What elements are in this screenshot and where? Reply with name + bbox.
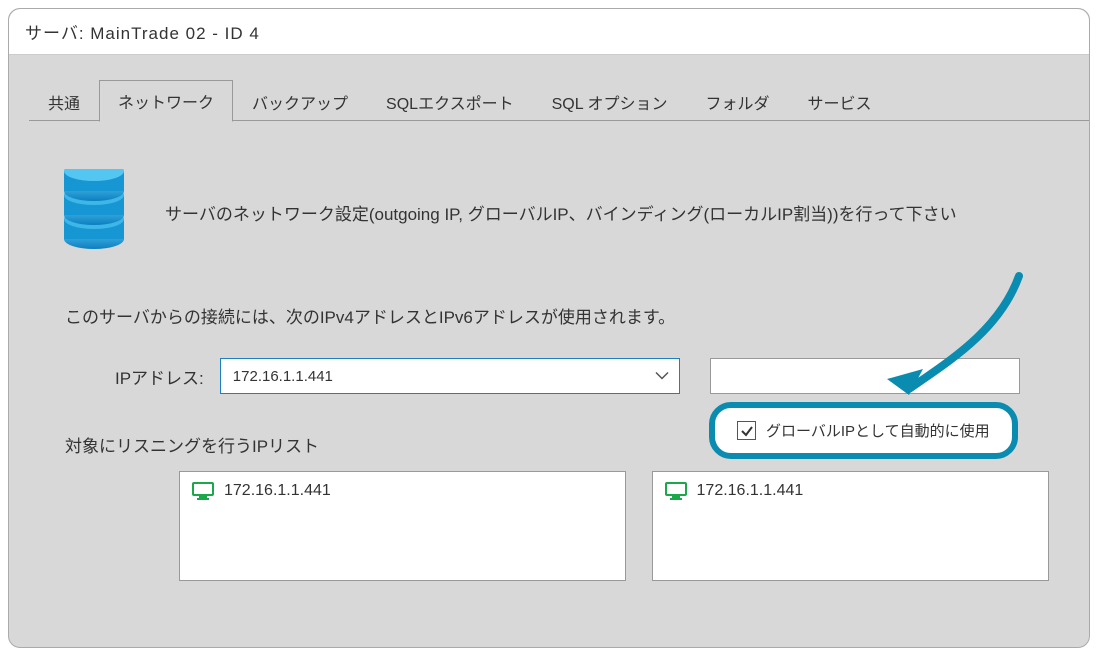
ip-list-left[interactable]: 172.16.1.1.441 (179, 471, 626, 581)
ip-address-label: IPアドレス: (115, 364, 204, 389)
server-stack-icon (59, 169, 129, 255)
auto-global-ip-label: グローバルIPとして自動的に使用 (766, 420, 990, 441)
tab-sql-export[interactable]: SQLエクスポート (367, 81, 533, 122)
tab-strip: 共通 ネットワーク バックアップ SQLエクスポート SQL オプション フォル… (9, 79, 1089, 121)
tab-service[interactable]: サービス (788, 81, 890, 122)
ip-list-right[interactable]: 172.16.1.1.441 (652, 471, 1049, 581)
ip-address-value: 172.16.1.1.441 (233, 368, 333, 385)
auto-global-ip-highlight: グローバルIPとして自動的に使用 (709, 402, 1018, 459)
tab-folder[interactable]: フォルダ (686, 81, 788, 122)
list-item[interactable]: 172.16.1.1.441 (665, 480, 1036, 502)
desc-text: このサーバからの接続には、次のIPv4アドレスとIPv6アドレスが使用されます。 (65, 303, 1049, 328)
window-title: サーバ: MainTrade 02 - ID 4 (25, 24, 260, 43)
ip-lists-row: 172.16.1.1.441 172.16.1.1.441 (179, 471, 1049, 581)
window-body: 共通 ネットワーク バックアップ SQLエクスポート SQL オプション フォル… (9, 55, 1089, 601)
chevron-down-icon (655, 368, 669, 385)
monitor-icon (665, 482, 687, 500)
list-item-ip: 172.16.1.1.441 (697, 482, 804, 500)
list-item-ip: 172.16.1.1.441 (224, 482, 331, 500)
list-item[interactable]: 172.16.1.1.441 (192, 480, 613, 502)
monitor-icon (192, 482, 214, 500)
auto-global-ip-checkbox[interactable] (737, 421, 756, 440)
intro-row: サーバのネットワーク設定(outgoing IP, グローバルIP、バインディン… (59, 169, 1049, 255)
window-titlebar: サーバ: MainTrade 02 - ID 4 (9, 9, 1089, 55)
ip-address-select[interactable]: 172.16.1.1.441 (220, 358, 680, 394)
secondary-ip-input[interactable] (710, 358, 1020, 394)
intro-text: サーバのネットワーク設定(outgoing IP, グローバルIP、バインディン… (165, 200, 957, 225)
tab-content-network: サーバのネットワーク設定(outgoing IP, グローバルIP、バインディン… (9, 121, 1089, 601)
tab-backup[interactable]: バックアップ (233, 81, 367, 122)
ip-address-row: IPアドレス: 172.16.1.1.441 (115, 358, 1049, 394)
tab-sql-options[interactable]: SQL オプション (533, 81, 687, 122)
tab-network[interactable]: ネットワーク (99, 80, 233, 122)
tab-common[interactable]: 共通 (29, 81, 99, 122)
config-window: サーバ: MainTrade 02 - ID 4 共通 ネットワーク バックアッ… (8, 8, 1090, 648)
